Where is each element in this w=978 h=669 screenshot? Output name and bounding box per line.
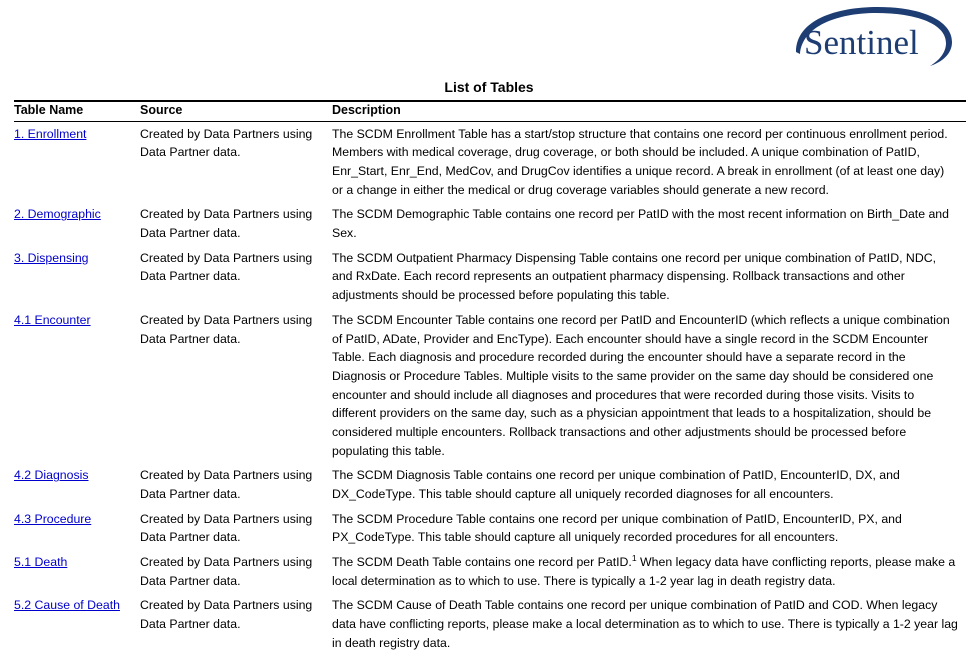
source-cell: Created by Data Partners using Data Part… xyxy=(140,207,313,241)
column-header-source: Source xyxy=(140,99,332,122)
table-row: 1. Enrollment Created by Data Partners us… xyxy=(14,121,966,202)
source-cell: Created by Data Partners using Data Part… xyxy=(140,126,313,160)
logo-wordmark: Sentinel xyxy=(804,23,919,62)
description-cell: The SCDM Diagnosis Table contains one re… xyxy=(332,468,900,501)
column-header-description: Description xyxy=(332,99,966,122)
sentinel-logo: Sentinel xyxy=(762,0,978,72)
table-name-link[interactable]: 4.1 Encounter xyxy=(14,313,91,327)
table-row: 4.3 Procedure Created by Data Partners us… xyxy=(14,507,966,550)
table-name-link[interactable]: 5.2 Cause of Death xyxy=(14,598,120,612)
source-cell: Created by Data Partners using Data Part… xyxy=(140,511,313,545)
table-header-row: Table Name Source Description xyxy=(14,99,966,122)
description-text: The SCDM Death Table contains one record… xyxy=(332,555,632,570)
source-cell: Created by Data Partners using Data Part… xyxy=(140,468,313,501)
table-row: 4.1 Encounter Created by Data Partners us… xyxy=(14,308,966,464)
table-name-cell: 4.1 Encounter xyxy=(14,308,140,464)
description-cell: The SCDM Outpatient Pharmacy Dispensing … xyxy=(332,250,936,303)
page-title: List of Tables xyxy=(444,79,534,95)
table-row: 4.2 Diagnosis Created by Data Partners us… xyxy=(14,463,966,506)
table-name-link[interactable]: 3. Dispensing xyxy=(14,251,89,265)
source-cell: Created by Data Partners using Data Part… xyxy=(140,250,313,284)
table-name-link[interactable]: 1. Enrollment xyxy=(14,127,86,141)
table-row: 3. Dispensing Created by Data Partners us… xyxy=(14,246,966,308)
table-name-cell: 2. Demographic xyxy=(14,202,140,245)
table-name-cell: 5.1 Death xyxy=(14,550,140,593)
table-name-cell: 3. Dispensing xyxy=(14,246,140,308)
table-row: 5.2 Cause of Death Created by Data Partne… xyxy=(14,593,966,655)
table-name-link[interactable]: 4.3 Procedure xyxy=(14,512,91,526)
description-cell: The SCDM Procedure Table contains one re… xyxy=(332,511,902,545)
source-cell: Created by Data Partners using Data Part… xyxy=(140,312,313,346)
source-cell: Created by Data Partners using Data Part… xyxy=(140,598,313,632)
table-name-cell: 1. Enrollment xyxy=(14,121,140,202)
list-of-tables-container: Table Name Source Description 1. Enrollm… xyxy=(14,99,966,656)
table-name-cell: 4.3 Procedure xyxy=(14,507,140,550)
description-cell: The SCDM Death Table contains one record… xyxy=(332,550,966,593)
description-cell: The SCDM Demographic Table contains one … xyxy=(332,207,949,241)
table-row: 2. Demographic Created by Data Partners u… xyxy=(14,202,966,245)
table-body: 1. Enrollment Created by Data Partners us… xyxy=(14,121,966,655)
table-name-cell: 5.2 Cause of Death xyxy=(14,593,140,655)
list-of-tables: Table Name Source Description 1. Enrollm… xyxy=(14,99,966,656)
table-name-link[interactable]: 5.1 Death xyxy=(14,555,67,569)
source-cell: Created by Data Partners using Data Part… xyxy=(140,555,313,588)
table-name-cell: 4.2 Diagnosis xyxy=(14,463,140,506)
table-row: 5.1 Death Created by Data Partners using … xyxy=(14,550,966,593)
table-name-link[interactable]: 4.2 Diagnosis xyxy=(14,468,89,482)
column-header-table-name: Table Name xyxy=(14,99,140,122)
table-name-link[interactable]: 2. Demographic xyxy=(14,207,101,221)
description-cell: The SCDM Cause of Death Table contains o… xyxy=(332,598,958,650)
description-cell: The SCDM Enrollment Table has a start/st… xyxy=(332,126,948,197)
description-cell: The SCDM Encounter Table contains one re… xyxy=(332,312,950,458)
